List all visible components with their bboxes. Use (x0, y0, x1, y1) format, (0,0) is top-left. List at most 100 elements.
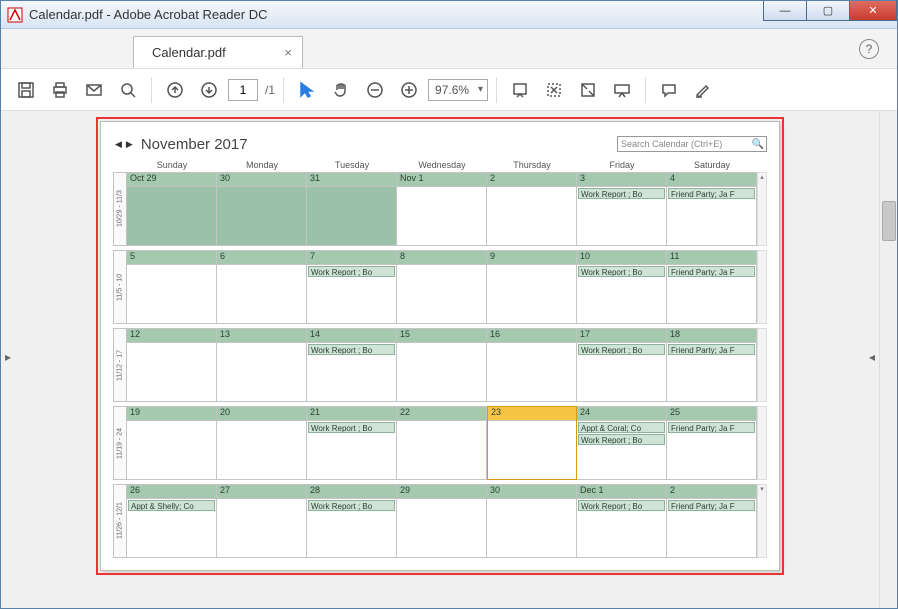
calendar-event[interactable]: Work Report ; Bo (308, 344, 395, 355)
calendar-day[interactable]: 16 (487, 328, 577, 402)
calendar-day[interactable]: 31 (307, 172, 397, 246)
calendar-event[interactable]: Work Report ; Bo (308, 500, 395, 511)
email-icon[interactable] (79, 75, 109, 105)
calendar-day[interactable]: Nov 1 (397, 172, 487, 246)
calendar-search-input[interactable]: Search Calendar (Ctrl+E) 🔍 (617, 136, 767, 152)
fit-page-icon[interactable] (539, 75, 569, 105)
calendar-event[interactable]: Work Report ; Bo (578, 434, 665, 445)
minimize-button[interactable]: — (763, 1, 807, 21)
calendar-event[interactable]: Work Report ; Bo (578, 344, 665, 355)
next-page-icon[interactable] (194, 75, 224, 105)
calendar-day[interactable]: 11Friend Party; Ja F (667, 250, 757, 324)
calendar-next-icon[interactable]: ▶ (124, 139, 135, 150)
calendar-day[interactable]: 13 (217, 328, 307, 402)
home-tab-placeholder[interactable] (23, 36, 133, 68)
calendar-event[interactable]: Friend Party; Ja F (668, 422, 755, 433)
document-tab[interactable]: Calendar.pdf × (133, 36, 303, 68)
hand-tool-icon[interactable] (326, 75, 356, 105)
search-icon[interactable] (113, 75, 143, 105)
read-mode-icon[interactable] (607, 75, 637, 105)
calendar-day[interactable]: 3Work Report ; Bo (577, 172, 667, 246)
calendar-day[interactable]: 22 (397, 406, 487, 480)
day-body: Friend Party; Ja F (667, 187, 756, 245)
zoom-select[interactable]: 97.6% (428, 79, 488, 101)
calendar-event[interactable]: Work Report ; Bo (578, 500, 665, 511)
calendar-day[interactable]: 25Friend Party; Ja F (667, 406, 757, 480)
day-body (127, 187, 216, 245)
calendar-day[interactable]: 20 (217, 406, 307, 480)
select-tool-icon[interactable] (292, 75, 322, 105)
calendar-day[interactable]: Dec 1Work Report ; Bo (577, 484, 667, 558)
calendar-day[interactable]: 12 (127, 328, 217, 402)
calendar-event[interactable]: Appt & Coral; Co (578, 422, 665, 433)
calendar-day[interactable]: 24Appt & Coral; CoWork Report ; Bo (577, 406, 667, 480)
calendar-event[interactable]: Friend Party; Ja F (668, 500, 755, 511)
calendar-event[interactable]: Friend Party; Ja F (668, 344, 755, 355)
calendar-day[interactable]: 6 (217, 250, 307, 324)
calendar-day[interactable]: 23 (487, 406, 577, 480)
calendar-day[interactable]: 29 (397, 484, 487, 558)
day-number: 5 (127, 251, 216, 265)
sign-icon[interactable] (688, 75, 718, 105)
tab-close-icon[interactable]: × (284, 45, 292, 60)
calendar-day[interactable]: Oct 29 (127, 172, 217, 246)
day-body: Friend Party; Ja F (667, 265, 756, 323)
calendar-day[interactable]: 26Appt & Shelly; Co (127, 484, 217, 558)
calendar-day[interactable]: 8 (397, 250, 487, 324)
calendar-day[interactable]: 2Friend Party; Ja F (667, 484, 757, 558)
calendar-day[interactable]: 18Friend Party; Ja F (667, 328, 757, 402)
calendar-day[interactable]: 21Work Report ; Bo (307, 406, 397, 480)
help-icon[interactable]: ? (859, 39, 879, 59)
calendar-event[interactable]: Work Report ; Bo (308, 422, 395, 433)
day-body (217, 187, 306, 245)
calendar-day[interactable]: 28Work Report ; Bo (307, 484, 397, 558)
day-body (217, 499, 306, 557)
panel-expand-right-icon[interactable]: ◂ (869, 350, 875, 364)
week-scroll[interactable] (757, 172, 767, 246)
calendar-day[interactable]: 9 (487, 250, 577, 324)
calendar-event[interactable]: Friend Party; Ja F (668, 188, 755, 199)
scrollbar-thumb[interactable] (882, 201, 896, 241)
week-scroll[interactable] (757, 484, 767, 558)
save-icon[interactable] (11, 75, 41, 105)
week-scroll[interactable] (757, 406, 767, 480)
day-number: 20 (217, 407, 306, 421)
day-number: 21 (307, 407, 396, 421)
calendar-day[interactable]: 17Work Report ; Bo (577, 328, 667, 402)
panel-expand-left-icon[interactable]: ▸ (5, 350, 11, 364)
day-number: Nov 1 (397, 173, 486, 187)
week-label: 11/12 - 17 (113, 328, 127, 402)
page-number-input[interactable] (228, 79, 258, 101)
day-number: 24 (577, 407, 666, 421)
comment-icon[interactable] (654, 75, 684, 105)
calendar-day[interactable]: 30 (487, 484, 577, 558)
prev-page-icon[interactable] (160, 75, 190, 105)
calendar-prev-icon[interactable]: ◀ (113, 139, 124, 150)
week-scroll[interactable] (757, 328, 767, 402)
calendar-event[interactable]: Friend Party; Ja F (668, 266, 755, 277)
zoom-out-icon[interactable] (360, 75, 390, 105)
calendar-day[interactable]: 30 (217, 172, 307, 246)
calendar-day[interactable]: 2 (487, 172, 577, 246)
calendar-event[interactable]: Work Report ; Bo (308, 266, 395, 277)
calendar-day[interactable]: 19 (127, 406, 217, 480)
maximize-button[interactable]: ▢ (806, 1, 850, 21)
calendar: ◀ ▶ November 2017 Search Calendar (Ctrl+… (113, 134, 767, 558)
calendar-day[interactable]: 14Work Report ; Bo (307, 328, 397, 402)
fit-width-icon[interactable] (505, 75, 535, 105)
vertical-scrollbar[interactable] (879, 111, 897, 608)
print-icon[interactable] (45, 75, 75, 105)
calendar-day[interactable]: 7Work Report ; Bo (307, 250, 397, 324)
calendar-day[interactable]: 4Friend Party; Ja F (667, 172, 757, 246)
calendar-day[interactable]: 27 (217, 484, 307, 558)
calendar-day[interactable]: 10Work Report ; Bo (577, 250, 667, 324)
calendar-day[interactable]: 15 (397, 328, 487, 402)
calendar-day[interactable]: 5 (127, 250, 217, 324)
week-scroll[interactable] (757, 250, 767, 324)
calendar-event[interactable]: Appt & Shelly; Co (128, 500, 215, 511)
close-button[interactable]: ✕ (849, 1, 897, 21)
calendar-event[interactable]: Work Report ; Bo (578, 266, 665, 277)
fullscreen-icon[interactable] (573, 75, 603, 105)
zoom-in-icon[interactable] (394, 75, 424, 105)
calendar-event[interactable]: Work Report ; Bo (578, 188, 665, 199)
